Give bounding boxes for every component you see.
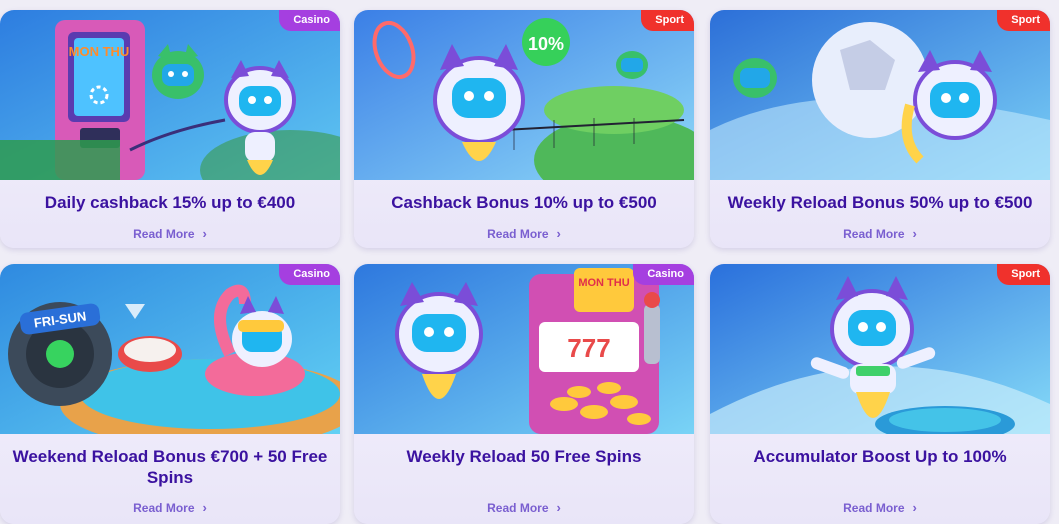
category-badge: Sport — [641, 10, 694, 31]
promo-title: Cashback Bonus 10% up to €500 — [391, 193, 657, 212]
promo-artwork: 10% — [354, 10, 694, 180]
machine-sign: MON THU — [578, 277, 629, 289]
promo-title: Weekend Reload Bonus €700 + 50 Free Spin… — [12, 447, 328, 487]
read-more-link[interactable]: Read More › — [710, 500, 1050, 515]
category-badge: Casino — [279, 264, 340, 285]
promo-card[interactable]: Sport Accumulator Boost Up to 100% Read … — [710, 264, 1050, 524]
slot-reels: 777 — [567, 333, 610, 363]
promotions-grid: MON THU Casino Daily cashback 15% up to … — [0, 0, 1059, 524]
read-more-label: Read More — [133, 227, 195, 241]
chevron-right-icon: › — [556, 226, 561, 241]
ball-label: 10% — [528, 34, 564, 54]
read-more-label: Read More — [843, 227, 905, 241]
promo-artwork — [710, 10, 1050, 180]
read-more-link[interactable]: Read More › — [0, 500, 340, 515]
chevron-right-icon: › — [202, 226, 207, 241]
category-badge: Casino — [633, 264, 694, 285]
read-more-link[interactable]: Read More › — [710, 226, 1050, 241]
promo-card[interactable]: MON THU 777 Casino Weekly Reload 50 Free… — [354, 264, 694, 524]
category-badge: Sport — [997, 10, 1050, 31]
promo-artwork — [710, 264, 1050, 434]
chevron-right-icon: › — [912, 500, 917, 515]
read-more-link[interactable]: Read More › — [354, 226, 694, 241]
chevron-right-icon: › — [912, 226, 917, 241]
promo-card[interactable]: Sport Weekly Reload Bonus 50% up to €500… — [710, 10, 1050, 248]
read-more-label: Read More — [133, 501, 195, 515]
read-more-label: Read More — [487, 227, 549, 241]
promo-title: Weekly Reload Bonus 50% up to €500 — [727, 193, 1033, 212]
promo-title: Daily cashback 15% up to €400 — [44, 193, 296, 212]
read-more-label: Read More — [487, 501, 549, 515]
promo-card[interactable]: MON THU Casino Daily cashback 15% up to … — [0, 10, 340, 248]
machine-sign: MON THU — [69, 44, 130, 59]
read-more-link[interactable]: Read More › — [354, 500, 694, 515]
promo-artwork: FRI-SUN — [0, 264, 340, 434]
promo-title: Accumulator Boost Up to 100% — [753, 447, 1007, 466]
read-more-link[interactable]: Read More › — [0, 226, 340, 241]
chevron-right-icon: › — [556, 500, 561, 515]
category-badge: Casino — [279, 10, 340, 31]
promo-artwork: MON THU — [0, 10, 340, 180]
promo-card[interactable]: FRI-SUN Casino Weekend Reload Bonus €700… — [0, 264, 340, 524]
chevron-right-icon: › — [202, 500, 207, 515]
read-more-label: Read More — [843, 501, 905, 515]
promo-artwork: MON THU 777 — [354, 264, 694, 434]
promo-title: Weekly Reload 50 Free Spins — [406, 447, 642, 466]
promo-card[interactable]: 10% Sport Cashback Bonus 10% up to €500 … — [354, 10, 694, 248]
category-badge: Sport — [997, 264, 1050, 285]
